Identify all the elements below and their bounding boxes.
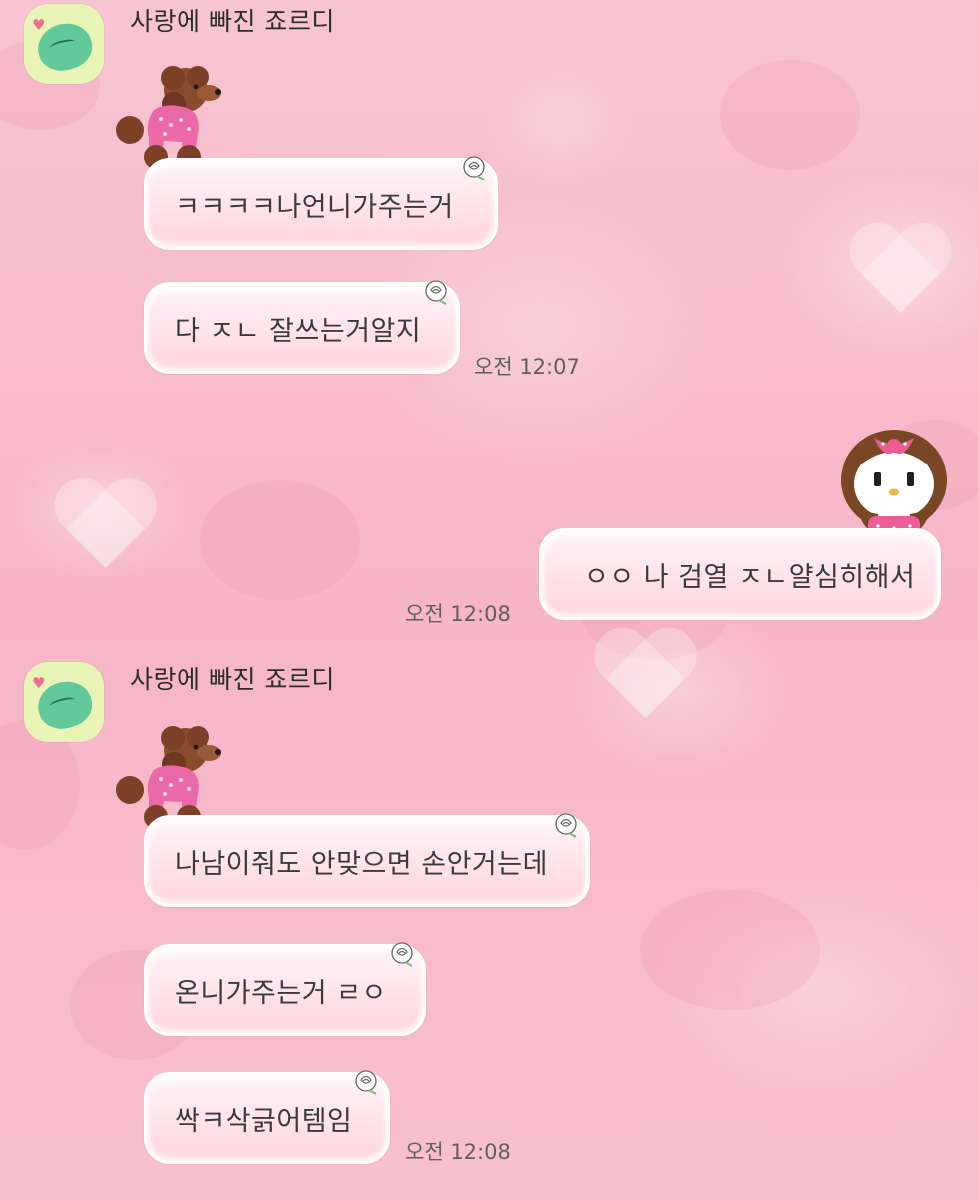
message-bubble[interactable]: 나남이줘도 안맞으면 손안거는데 <box>144 813 590 907</box>
partner-avatar[interactable]: ♥ <box>24 662 104 742</box>
rose-icon <box>463 156 485 181</box>
rose-icon <box>425 280 447 305</box>
message-bubble[interactable]: 싹ㅋ삭긁어템임 <box>144 1070 390 1164</box>
message-time: 오전 12:07 <box>474 355 580 379</box>
message-text: 싹ㅋ삭긁어템임 <box>175 1105 353 1137</box>
sender-name: 사랑에 빠진 죠르디 <box>130 665 335 694</box>
heart-icon: ♥ <box>32 674 46 692</box>
message-time: 오전 12:08 <box>405 1140 511 1164</box>
rose-icon <box>555 813 577 838</box>
heart-icon: ♥ <box>32 16 46 34</box>
message-bubble[interactable]: 다 ㅈㄴ 잘쓰는거알지 <box>144 280 460 374</box>
partner-avatar[interactable]: ♥ <box>24 4 104 84</box>
message-text: ㅋㅋㅋㅋ나언니가주는거 <box>175 191 454 223</box>
message-bubble[interactable]: ㅇㅇ 나 검열 ㅈㄴ얄심히해서 <box>539 528 941 620</box>
message-list[interactable]: ♥ 사랑에 빠진 죠르디 ㅋㅋㅋㅋ나언니가주는거 다 ㅈㄴ 잘쓰는거알지 오전 … <box>0 0 978 1200</box>
rose-icon <box>391 942 413 967</box>
message-bubble[interactable]: ㅋㅋㅋㅋ나언니가주는거 <box>144 156 498 250</box>
message-bubble[interactable]: 온니가주는거 ㄹㅇ <box>144 942 426 1036</box>
message-text: 다 ㅈㄴ 잘쓰는거알지 <box>175 315 422 347</box>
rose-icon <box>355 1070 377 1095</box>
message-text: 나남이줘도 안맞으면 손안거는데 <box>175 848 548 880</box>
girl-with-bow-icon <box>841 430 947 538</box>
message-time: 오전 12:08 <box>405 602 511 626</box>
message-text: ㅇㅇ 나 검열 ㅈㄴ얄심히해서 <box>584 561 916 593</box>
poodle-dog-icon <box>116 726 221 829</box>
sender-name: 사랑에 빠진 죠르디 <box>130 7 335 36</box>
message-text: 온니가주는거 ㄹㅇ <box>175 977 387 1009</box>
poodle-dog-icon <box>116 66 221 169</box>
